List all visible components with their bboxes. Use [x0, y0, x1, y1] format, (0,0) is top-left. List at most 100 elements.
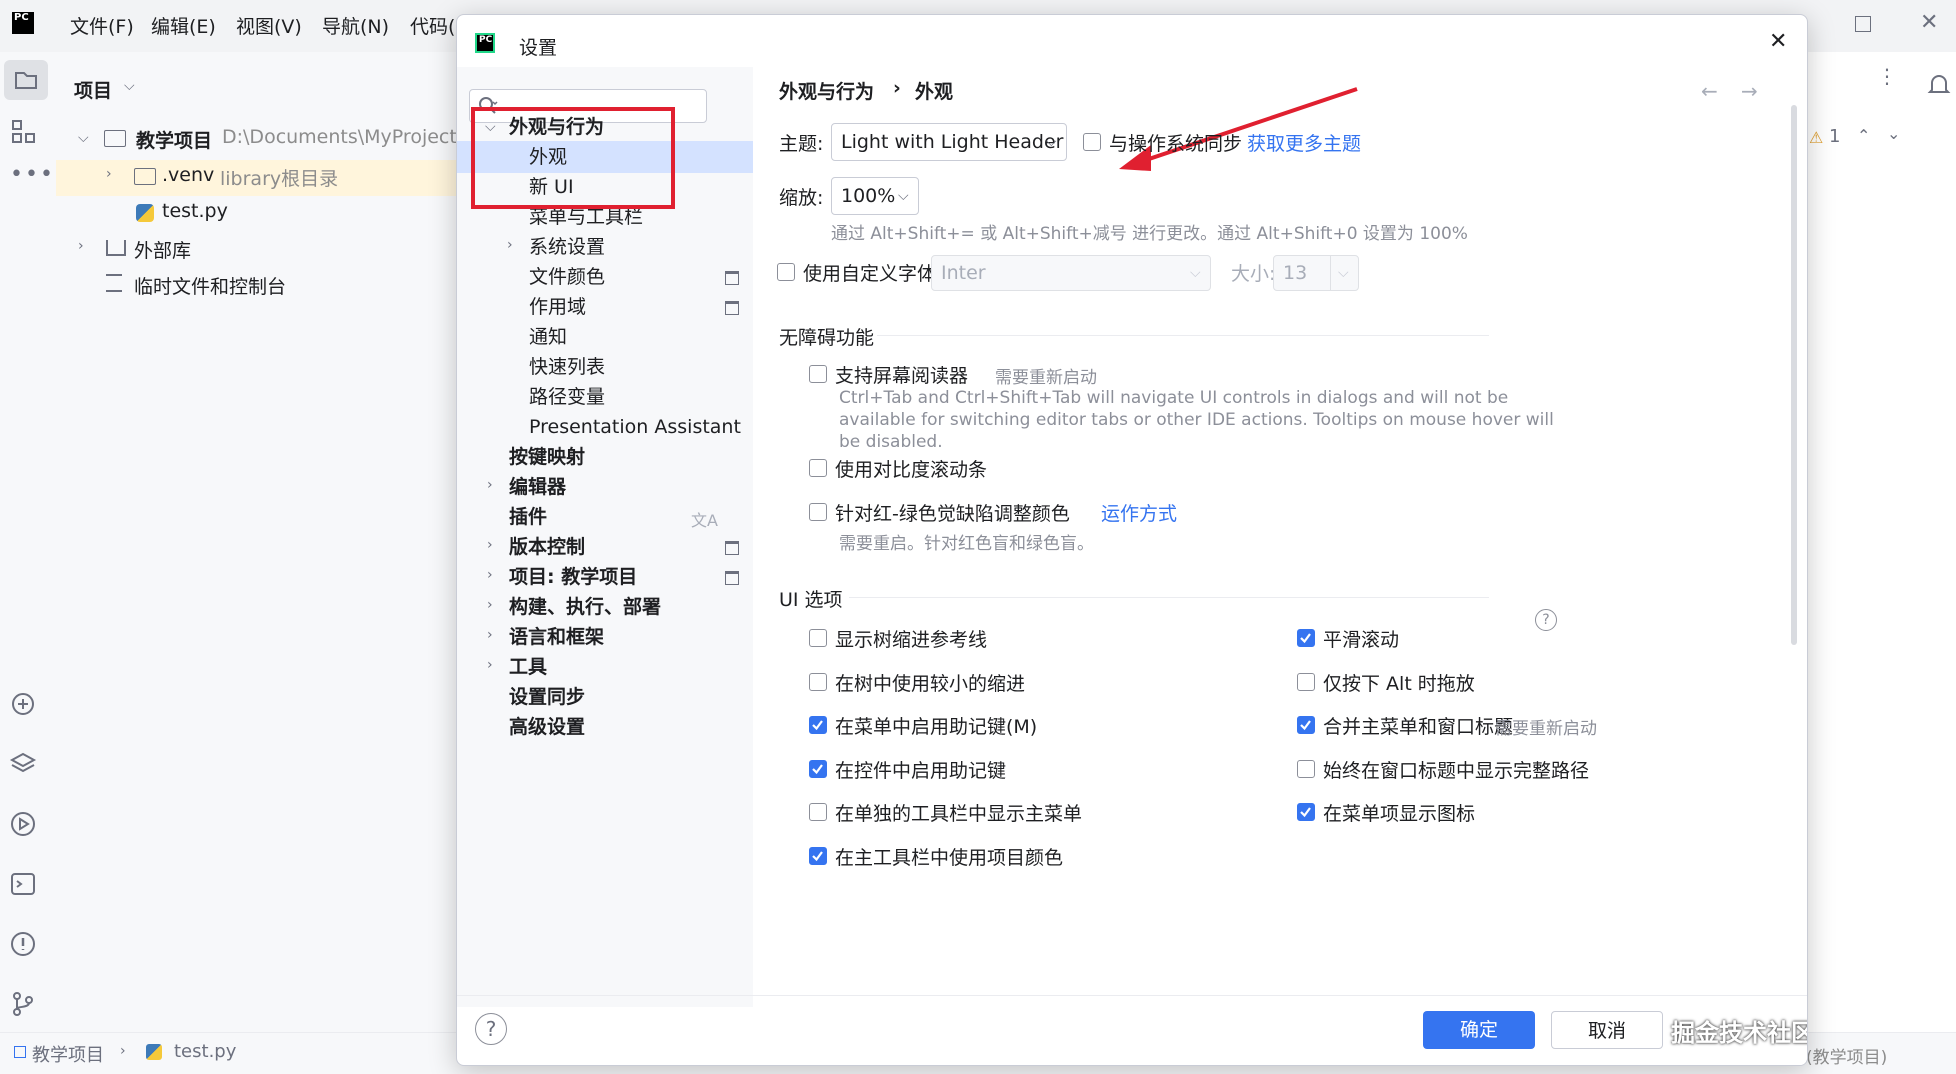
nav-tools[interactable]: 工具 [509, 651, 547, 683]
menu-edit[interactable]: 编辑(E) [151, 12, 216, 39]
chevron-right-icon[interactable]: › [106, 166, 112, 182]
ui-option-checkbox[interactable] [1297, 803, 1315, 821]
forward-arrow-icon[interactable]: → [1741, 79, 1758, 103]
status-project[interactable]: 教学项目 [32, 1041, 104, 1067]
project-tool-icon[interactable] [4, 60, 48, 100]
font-family-select[interactable]: Inter ⌵ [931, 255, 1211, 291]
tool-window-strip: ••• [0, 52, 57, 1073]
run-icon[interactable] [9, 810, 37, 838]
status-file[interactable]: test.py [174, 1041, 236, 1062]
editor-gutter-area: ⋮ ⚠ 1 ⌃ ⌄ [1806, 52, 1956, 1032]
nav-path-variables[interactable]: 路径变量 [529, 381, 605, 413]
nav-notifications[interactable]: 通知 [529, 321, 567, 353]
ui-option-label: 合并主菜单和窗口标题 [1323, 716, 1514, 738]
chevron-right-icon[interactable]: › [487, 477, 493, 493]
tree-external-libs[interactable]: 外部库 [134, 236, 191, 263]
custom-font-checkbox[interactable] [777, 263, 795, 281]
chevron-right-icon[interactable]: › [487, 657, 493, 673]
menu-code[interactable]: 代码( [410, 12, 455, 39]
terminal-icon[interactable] [9, 870, 37, 898]
breadcrumb-parent[interactable]: 外观与行为 [779, 77, 874, 104]
font-size-divider [1330, 256, 1331, 290]
structure-icon[interactable] [10, 118, 38, 146]
nav-project[interactable]: 项目: 教学项目 [509, 561, 637, 593]
ui-option-checkbox[interactable] [809, 760, 827, 778]
content-scrollbar[interactable] [1791, 105, 1797, 645]
sync-with-os-checkbox[interactable] [1083, 133, 1101, 151]
how-it-works-link[interactable]: 运作方式 [1101, 499, 1177, 526]
nav-plugins[interactable]: 插件 [509, 501, 547, 533]
ui-option-checkbox[interactable] [809, 803, 827, 821]
window-close-icon[interactable]: ✕ [1920, 10, 1938, 35]
nav-editor[interactable]: 编辑器 [509, 471, 566, 503]
nav-build[interactable]: 构建、执行、部署 [509, 591, 661, 623]
tree-scratches[interactable]: 临时文件和控制台 [134, 272, 286, 299]
chevron-down-icon[interactable]: ⌵ [124, 78, 135, 94]
menu-view[interactable]: 视图(V) [236, 12, 302, 39]
chevron-up-icon[interactable]: ⌃ [1857, 126, 1870, 145]
chevron-down-icon[interactable]: ⌵ [78, 130, 89, 146]
font-size-label: 大小: [1231, 263, 1276, 285]
maximize-icon[interactable] [1855, 16, 1871, 32]
contrast-scrollbars-checkbox[interactable] [809, 459, 827, 477]
zoom-select[interactable]: 100% ⌵ [831, 177, 919, 215]
chevron-down-icon[interactable]: ⌄ [1887, 124, 1900, 143]
more-options-icon[interactable]: ⋮ [1877, 66, 1897, 86]
nav-system-settings[interactable]: 系统设置 [529, 231, 605, 263]
chevron-right-icon[interactable]: › [487, 627, 493, 643]
folder-icon [104, 130, 126, 147]
color-deficiency-checkbox[interactable] [809, 503, 827, 521]
screen-reader-checkbox[interactable] [809, 365, 827, 383]
ui-option-checkbox[interactable] [809, 629, 827, 647]
warning-count: 1 [1829, 126, 1841, 147]
chevron-right-icon[interactable]: › [507, 237, 513, 253]
ok-button[interactable]: 确定 [1423, 1011, 1535, 1049]
chevron-right-icon[interactable]: › [487, 567, 493, 583]
custom-font-label: 使用自定义字体: [803, 263, 943, 285]
python-console-icon[interactable] [9, 690, 37, 718]
ui-option-checkbox[interactable] [1297, 629, 1315, 647]
project-panel-title[interactable]: 项目 [74, 76, 112, 103]
notifications-icon[interactable] [1927, 72, 1951, 98]
tree-file-label[interactable]: test.py [162, 200, 228, 222]
cancel-button[interactable]: 取消 [1551, 1011, 1663, 1049]
menu-navigate[interactable]: 导航(N) [322, 12, 389, 39]
warning-icon[interactable]: ⚠ [1809, 128, 1823, 147]
ui-option-checkbox[interactable] [809, 716, 827, 734]
get-more-themes-link[interactable]: 获取更多主题 [1247, 129, 1361, 156]
ui-option-label: 平滑滚动 [1323, 629, 1400, 651]
ui-option-checkbox[interactable] [1297, 716, 1315, 734]
nav-version-control[interactable]: 版本控制 [509, 531, 585, 563]
font-size-select[interactable]: 13 ⌵ [1273, 255, 1359, 291]
tree-root-label[interactable]: 教学项目 [136, 126, 212, 153]
chevron-right-icon[interactable]: › [487, 537, 493, 553]
ui-option-label: 显示树缩进参考线 [835, 629, 988, 651]
theme-select[interactable]: Light with Light Header ⌵ [831, 123, 1067, 161]
nav-scopes[interactable]: 作用域 [529, 291, 586, 323]
more-tools-icon[interactable]: ••• [10, 162, 55, 187]
nav-quick-lists[interactable]: 快速列表 [529, 351, 605, 383]
ui-option-checkbox[interactable] [1297, 673, 1315, 691]
ui-option-checkbox[interactable] [809, 847, 827, 865]
ui-option-checkbox[interactable] [1297, 760, 1315, 778]
git-icon[interactable] [9, 990, 37, 1018]
tree-root-path: D:\Documents\MyProjects [222, 126, 467, 148]
chevron-right-icon[interactable]: › [487, 597, 493, 613]
ui-option-checkbox[interactable] [809, 673, 827, 691]
help-icon[interactable]: ? [1535, 609, 1557, 631]
nav-advanced[interactable]: 高级设置 [509, 711, 585, 743]
layers-icon[interactable] [9, 750, 37, 778]
nav-presentation-assistant[interactable]: Presentation Assistant [529, 411, 741, 443]
dialog-close-icon[interactable]: ✕ [1769, 29, 1787, 54]
tree-venv-label[interactable]: .venv [162, 164, 214, 186]
chevron-right-icon[interactable]: › [78, 238, 84, 254]
back-arrow-icon[interactable]: ← [1701, 79, 1718, 103]
nav-keymap[interactable]: 按键映射 [509, 441, 585, 473]
help-button[interactable]: ? [475, 1013, 507, 1045]
ui-option-label: 仅按下 Alt 时拖放 [1323, 673, 1475, 695]
menu-file[interactable]: 文件(F) [70, 12, 134, 39]
nav-file-colors[interactable]: 文件颜色 [529, 261, 605, 293]
nav-settings-sync[interactable]: 设置同步 [509, 681, 585, 713]
problems-icon[interactable] [9, 930, 37, 958]
nav-languages[interactable]: 语言和框架 [509, 621, 604, 653]
